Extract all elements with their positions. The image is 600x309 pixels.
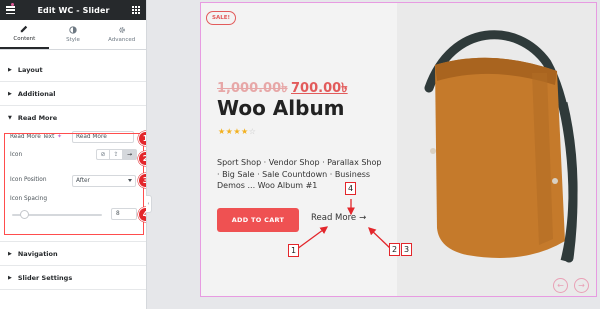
product-title[interactable]: Woo Album xyxy=(217,96,345,120)
callout-3: 3 xyxy=(138,173,146,188)
caret-right-icon: ▶ xyxy=(8,90,12,97)
slide-content: SALE! 1,000.00৳ 700.00৳ Woo Album ★★★★☆ … xyxy=(201,3,397,296)
tab-advanced[interactable]: Advanced xyxy=(97,20,146,49)
add-to-cart-button[interactable]: ADD TO CART xyxy=(217,208,299,232)
section-read-more[interactable]: ▼ Read More xyxy=(0,106,146,130)
editor-tabs: Content Style Advanced xyxy=(0,20,146,50)
callout-1: 1 xyxy=(138,131,146,146)
star-rating: ★★★★☆ xyxy=(218,127,256,136)
gear-icon xyxy=(118,27,125,33)
widgets-grid-icon[interactable] xyxy=(131,6,140,14)
editor-title: Edit WC - Slider xyxy=(37,5,110,15)
slider-prev-button[interactable]: ← xyxy=(553,278,568,293)
section-slider-settings-label: Slider Settings xyxy=(17,273,73,282)
notification-dot xyxy=(11,3,14,6)
section-navigation-label: Navigation xyxy=(17,249,58,258)
star-filled-icon: ★ xyxy=(218,127,226,136)
caret-right-icon: ▶ xyxy=(8,66,12,73)
section-layout-label: Layout xyxy=(17,65,43,74)
annotation-label-1: 1 xyxy=(288,244,299,257)
section-navigation[interactable]: ▶ Navigation xyxy=(0,242,146,266)
star-filled-icon: ★ xyxy=(233,127,242,136)
section-slider-settings[interactable]: ▶ Slider Settings xyxy=(0,266,146,290)
read-more-controls: Read More Text ✦ Read More Icon ⊘ ⇪ → Ic… xyxy=(0,130,146,242)
sale-badge: SALE! xyxy=(206,11,236,25)
read-more-label: Read More xyxy=(311,213,357,223)
product-description: Sport Shop · Vendor Shop · Parallax Shop… xyxy=(217,158,382,190)
annotation-label-2: 2 xyxy=(389,243,400,256)
highlight-box xyxy=(4,133,144,235)
tab-content-label: Content xyxy=(13,36,36,42)
hamburger-menu-icon[interactable] xyxy=(6,6,15,14)
pencil-icon xyxy=(21,25,28,33)
annotation-label-3: 3 xyxy=(401,243,412,256)
bag-image xyxy=(424,30,578,263)
slider-preview: SALE! 1,000.00৳ 700.00৳ Woo Album ★★★★☆ … xyxy=(200,2,597,297)
star-filled-icon: ★ xyxy=(241,127,249,136)
read-more-link[interactable]: Read More → xyxy=(311,213,366,223)
caret-right-icon: ▶ xyxy=(8,274,12,281)
contrast-icon xyxy=(69,26,77,34)
slider-next-button[interactable]: → xyxy=(574,278,589,293)
tab-content[interactable]: Content xyxy=(0,20,49,49)
star-empty-icon: ☆ xyxy=(248,127,257,136)
product-image: ← → xyxy=(397,3,596,296)
tab-advanced-label: Advanced xyxy=(108,37,136,43)
editor-panel: Edit WC - Slider Content Style Advanced … xyxy=(0,0,147,309)
section-additional-label: Additional xyxy=(17,89,56,98)
arrow-right-icon: → xyxy=(359,213,367,223)
caret-down-icon: ▼ xyxy=(8,115,12,121)
caret-right-icon: ▶ xyxy=(8,250,12,257)
section-additional[interactable]: ▶ Additional xyxy=(0,82,146,106)
section-read-more-label: Read More xyxy=(17,114,58,122)
editor-topbar: Edit WC - Slider xyxy=(0,0,146,20)
callout-2: 2 xyxy=(138,151,146,166)
annotation-label-4: 4 xyxy=(345,182,356,195)
tab-style-label: Style xyxy=(66,37,80,43)
tab-style[interactable]: Style xyxy=(49,20,98,49)
section-layout[interactable]: ▶ Layout xyxy=(0,58,146,82)
collapse-panel-handle[interactable]: ‹ xyxy=(146,195,152,213)
